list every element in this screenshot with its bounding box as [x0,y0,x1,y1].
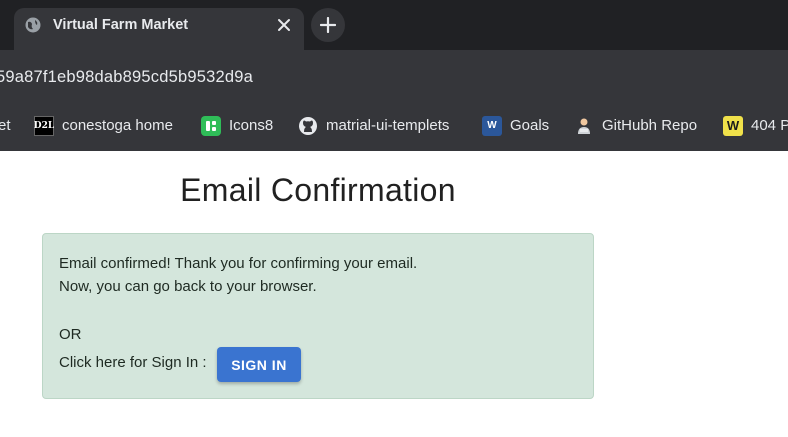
globe-icon [25,17,41,33]
icons8-icon [201,115,221,136]
address-bar[interactable]: 59a87f1eb98dab895cd5b9532d9a [0,50,788,100]
tab-title: Virtual Farm Market [53,17,189,33]
success-alert: Email confirmed! Thank you for confirmin… [42,233,594,399]
bookmark-icons8[interactable]: Icons8 [201,100,273,151]
or-text: OR [59,326,82,343]
bookmark-label: Icons8 [229,117,274,134]
plus-icon [320,17,336,33]
bookmarks-bar: et D2L conestoga home Icons8 matrial-ui-… [0,100,788,151]
bookmark-label: matrial-ui-templets [326,117,450,134]
bookmark-matrial-ui-templets[interactable]: matrial-ui-templets [298,100,449,151]
bookmark-label: et [0,117,11,134]
bookmark-goals[interactable]: W Goals [482,100,549,151]
tab-strip: Virtual Farm Market [0,0,788,50]
close-icon[interactable] [275,16,293,34]
bookmark-label: 404 P [751,117,788,134]
bookmark-item[interactable]: et [0,100,11,151]
url-text[interactable]: 59a87f1eb98dab895cd5b9532d9a [0,68,253,87]
word-icon: W [482,115,502,136]
browser-tab[interactable]: Virtual Farm Market [14,8,304,50]
page-title: Email Confirmation [180,172,456,208]
github-icon [298,116,318,136]
instruction-message: Now, you can go back to your browser. [59,278,317,295]
bookmark-label: GitHubh Repo [602,117,698,134]
signin-prompt: Click here for Sign In : [59,354,207,371]
bookmark-conestoga-home[interactable]: D2L conestoga home [34,100,173,151]
bookmark-404[interactable]: W 404 P [723,100,788,151]
new-tab-button[interactable] [311,8,345,42]
bookmark-label: conestoga home [62,117,173,134]
w404-icon: W [723,115,743,136]
sign-in-button[interactable]: SIGN IN [217,347,301,382]
d2l-icon: D2L [34,115,54,136]
bookmark-label: Goals [510,117,550,134]
confirmation-message: Email confirmed! Thank you for confirmin… [59,255,418,272]
person-icon [574,116,594,136]
bookmark-github-repo[interactable]: GitHubh Repo [574,100,697,151]
